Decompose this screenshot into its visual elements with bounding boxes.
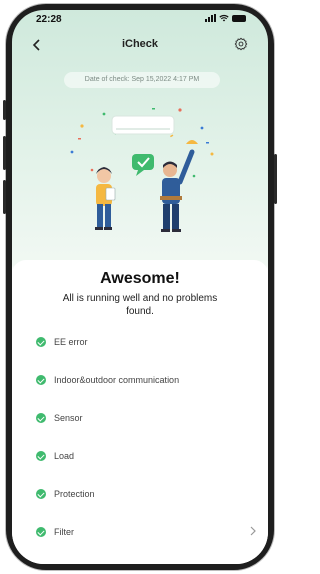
check-item-label: Indoor&outdoor communication — [54, 375, 180, 385]
result-message: All is running well and no problems foun… — [62, 293, 218, 317]
volume-up-button — [3, 136, 6, 170]
check-circle-icon — [36, 489, 46, 499]
air-conditioner — [111, 115, 175, 135]
volume-down-button — [3, 180, 6, 214]
check-item-communication: Indoor&outdoor communication — [36, 366, 256, 394]
power-button — [274, 154, 277, 204]
status-bar: 22:28 — [12, 10, 268, 30]
mute-switch — [3, 100, 6, 120]
wifi-icon — [219, 14, 229, 22]
check-circle-icon — [36, 413, 46, 423]
check-item-ee-error: EE error — [36, 328, 256, 356]
status-icons — [205, 14, 246, 22]
battery-icon — [232, 14, 246, 22]
signal-icon — [205, 14, 216, 22]
success-illustration — [70, 108, 214, 232]
check-item-label: Sensor — [54, 413, 83, 423]
person-right — [160, 140, 198, 232]
check-item-label: Load — [54, 451, 75, 461]
gear-icon[interactable] — [234, 37, 248, 51]
page-title: iCheck — [121, 38, 159, 50]
nav-bar: iCheck — [12, 36, 268, 60]
check-item-label: EE error — [54, 337, 88, 347]
status-time: 22:28 — [36, 14, 62, 25]
check-date: Date of check: Sep 15,2022 4:17 PM — [64, 72, 220, 88]
check-list: EE error Indoor&outdoor communication Se… — [36, 328, 256, 546]
check-item-sensor: Sensor — [36, 404, 256, 432]
check-circle-icon — [36, 337, 46, 347]
check-item-protection: Protection — [36, 480, 256, 508]
person-left — [95, 167, 116, 230]
check-circle-icon — [36, 451, 46, 461]
check-item-load: Load — [36, 442, 256, 470]
check-bubble — [132, 154, 154, 176]
chevron-right-icon — [250, 526, 256, 539]
app-screen: 22:28 iCheck Date of check: Sep 15,2022 … — [12, 10, 268, 564]
check-item-label: Filter — [54, 527, 74, 537]
check-circle-icon — [36, 527, 46, 537]
check-circle-icon — [36, 375, 46, 385]
result-headline: Awesome! — [100, 270, 180, 287]
check-item-label: Protection — [54, 489, 95, 499]
check-item-filter[interactable]: Filter — [36, 518, 256, 546]
